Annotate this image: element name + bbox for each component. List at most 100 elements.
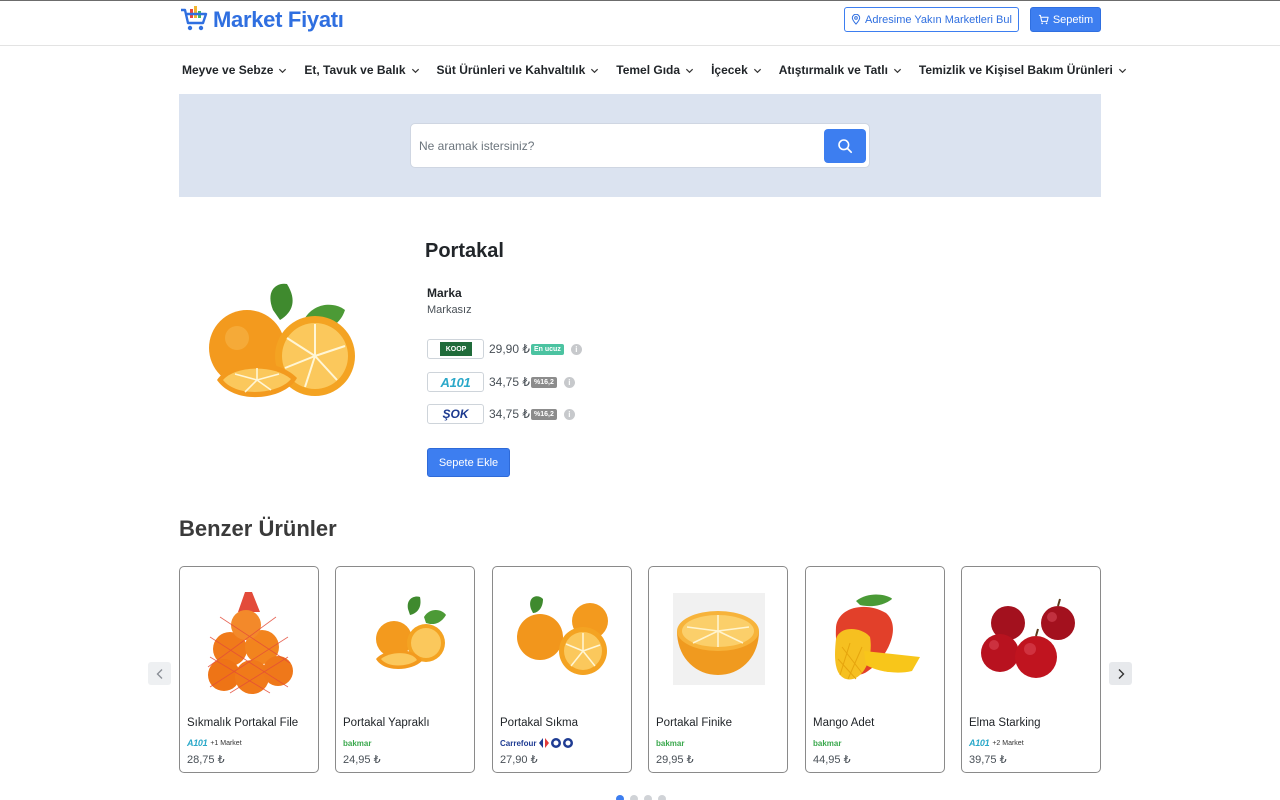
extra-markets-count: +2 Market — [992, 739, 1024, 747]
find-nearby-markets-button[interactable]: Adresime Yakın Marketleri Bul — [844, 7, 1019, 32]
nav-item-label: İçecek — [711, 63, 748, 77]
product-card-price: 39,75 ₺ — [969, 754, 1007, 766]
market-logo-sok: ŞOK — [427, 404, 484, 424]
nav-item-label: Et, Tavuk ve Balık — [304, 63, 406, 77]
nav-item-atistirmalik[interactable]: Atıştırmalık ve Tatlı — [779, 63, 902, 77]
product-card[interactable]: Portakal Finike bakmar 29,95 ₺ — [648, 566, 788, 773]
nav-item-label: Meyve ve Sebze — [182, 63, 274, 77]
product-image-oranges — [517, 596, 608, 675]
search-banner — [179, 94, 1101, 197]
chevron-down-icon — [753, 68, 761, 73]
price-value: 34,75 ₺ — [489, 407, 530, 421]
carousel-dot[interactable] — [630, 795, 638, 800]
product-image-orange — [209, 283, 355, 398]
product-card-name: Portakal Sıkma — [500, 717, 578, 729]
chevron-right-icon — [1118, 668, 1124, 679]
svg-text:KOOP: KOOP — [445, 346, 466, 353]
carousel-next-button[interactable] — [1109, 662, 1132, 685]
category-nav: Meyve ve Sebze Et, Tavuk ve Balık Süt Ür… — [182, 58, 1144, 82]
chevron-left-icon — [156, 668, 162, 679]
product-card[interactable]: Mango Adet bakmar 44,95 ₺ — [805, 566, 945, 773]
info-icon[interactable]: i — [563, 408, 575, 420]
extra-markets-count: +1 Market — [210, 739, 242, 747]
carousel-prev-button[interactable] — [148, 662, 171, 685]
carousel-dot[interactable] — [616, 795, 624, 800]
product-card-price: 27,90 ₺ — [500, 754, 538, 766]
product-image-mango — [835, 594, 920, 680]
cart-label: Sepetim — [1052, 13, 1094, 26]
market-logo-carrefour: Carrefour — [500, 738, 537, 748]
market-logo-bakmar: bakmar — [813, 738, 842, 748]
product-card-name: Sıkmalık Portakal File — [187, 717, 299, 729]
market-logo-koop: KOOP — [427, 339, 484, 359]
carousel-dot[interactable] — [644, 795, 652, 800]
cart-icon — [1038, 14, 1049, 25]
product-card[interactable]: Elma Starking A101 +2 Market 39,75 ₺ — [961, 566, 1101, 773]
product-image-orange-leaves — [376, 596, 446, 669]
price-value: 34,75 ₺ — [489, 375, 530, 389]
market-logos-icon — [539, 738, 574, 748]
market-logo-bakmar: bakmar — [343, 738, 372, 748]
product-card-markets: Carrefour — [500, 737, 575, 749]
product-title: Portakal — [425, 240, 504, 262]
product-card-markets: A101 +2 Market — [969, 737, 1024, 749]
price-value: 29,90 ₺ — [489, 342, 530, 356]
koop-logo-icon: KOOP — [439, 342, 472, 356]
product-card-name: Portakal Yapraklı — [343, 717, 430, 729]
nav-item-et-tavuk-balik[interactable]: Et, Tavuk ve Balık — [304, 63, 419, 77]
add-to-cart-button[interactable]: Sepete Ekle — [427, 448, 510, 477]
price-row-a101: A101 34,75 ₺ %16,2 i — [427, 372, 575, 392]
info-icon[interactable]: i — [563, 376, 575, 388]
market-logo-bakmar: bakmar — [656, 738, 685, 748]
chevron-down-icon — [279, 68, 287, 73]
site-header: Market Fiyatı Adresime Yakın Marketleri … — [0, 1, 1280, 46]
nav-item-label: Süt Ürünleri ve Kahvaltılık — [436, 63, 586, 77]
chevron-down-icon — [1118, 68, 1126, 73]
percent-diff-badge: %16,2 — [531, 376, 557, 388]
search-button[interactable] — [824, 129, 866, 163]
product-card-markets: bakmar — [343, 737, 371, 749]
sok-logo-text: ŞOK — [442, 407, 469, 421]
info-icon[interactable]: i — [570, 343, 582, 355]
search-box — [410, 123, 870, 168]
product-card-markets: A101 +1 Market — [187, 737, 242, 749]
search-input[interactable] — [419, 137, 809, 155]
find-nearby-markets-label: Adresime Yakın Marketleri Bul — [865, 13, 1012, 26]
nav-item-label: Atıştırmalık ve Tatlı — [778, 63, 888, 77]
product-card-price: 28,75 ₺ — [187, 754, 225, 766]
market-logo-a101: A101 — [187, 738, 208, 748]
location-pin-icon — [851, 14, 861, 25]
product-card[interactable]: Portakal Sıkma Carrefour 27,90 ₺ — [492, 566, 632, 773]
product-card-price: 44,95 ₺ — [813, 754, 851, 766]
similar-products-title: Benzer Ürünler — [179, 516, 337, 541]
nav-item-meyve-sebze[interactable]: Meyve ve Sebze — [182, 63, 287, 77]
chevron-down-icon — [411, 68, 419, 73]
market-logo-a101: A101 — [969, 738, 990, 748]
nav-item-temizlik[interactable]: Temizlik ve Kişisel Bakım Ürünleri — [919, 63, 1127, 77]
cart-button[interactable]: Sepetim — [1030, 7, 1101, 32]
product-card[interactable]: Sıkmalık Portakal File A101 +1 Market 28… — [179, 566, 319, 773]
logo[interactable]: Market Fiyatı — [179, 5, 344, 35]
nav-item-temel-gida[interactable]: Temel Gıda — [616, 63, 694, 77]
nav-item-label: Temizlik ve Kişisel Bakım Ürünleri — [918, 63, 1113, 77]
product-card-name: Portakal Finike — [656, 717, 733, 729]
product-image-apples — [981, 598, 1075, 678]
chevron-down-icon — [591, 68, 599, 73]
product-card[interactable]: Portakal Yapraklı bakmar 24,95 ₺ — [335, 566, 475, 773]
product-card-markets: bakmar — [813, 737, 841, 749]
nav-item-icecek[interactable]: İçecek — [711, 63, 762, 77]
chevron-down-icon — [893, 68, 901, 73]
carousel-dot[interactable] — [658, 795, 666, 800]
product-card-markets: bakmar — [656, 737, 684, 749]
brand-name: Market Fiyatı — [213, 7, 344, 32]
product-card-price: 24,95 ₺ — [343, 754, 381, 766]
price-row-sok: ŞOK 34,75 ₺ %16,2 i — [427, 404, 575, 424]
nav-item-sut-urunleri[interactable]: Süt Ürünleri ve Kahvaltılık — [437, 63, 600, 77]
brand-value: Markasız — [427, 304, 472, 316]
nav-item-label: Temel Gıda — [616, 63, 681, 77]
carousel-pagination — [616, 795, 666, 800]
product-card-name: Elma Starking — [969, 717, 1041, 729]
product-card-price: 29,95 ₺ — [656, 754, 694, 766]
cheapest-badge: En ucuz — [531, 343, 564, 355]
chevron-down-icon — [685, 68, 694, 73]
